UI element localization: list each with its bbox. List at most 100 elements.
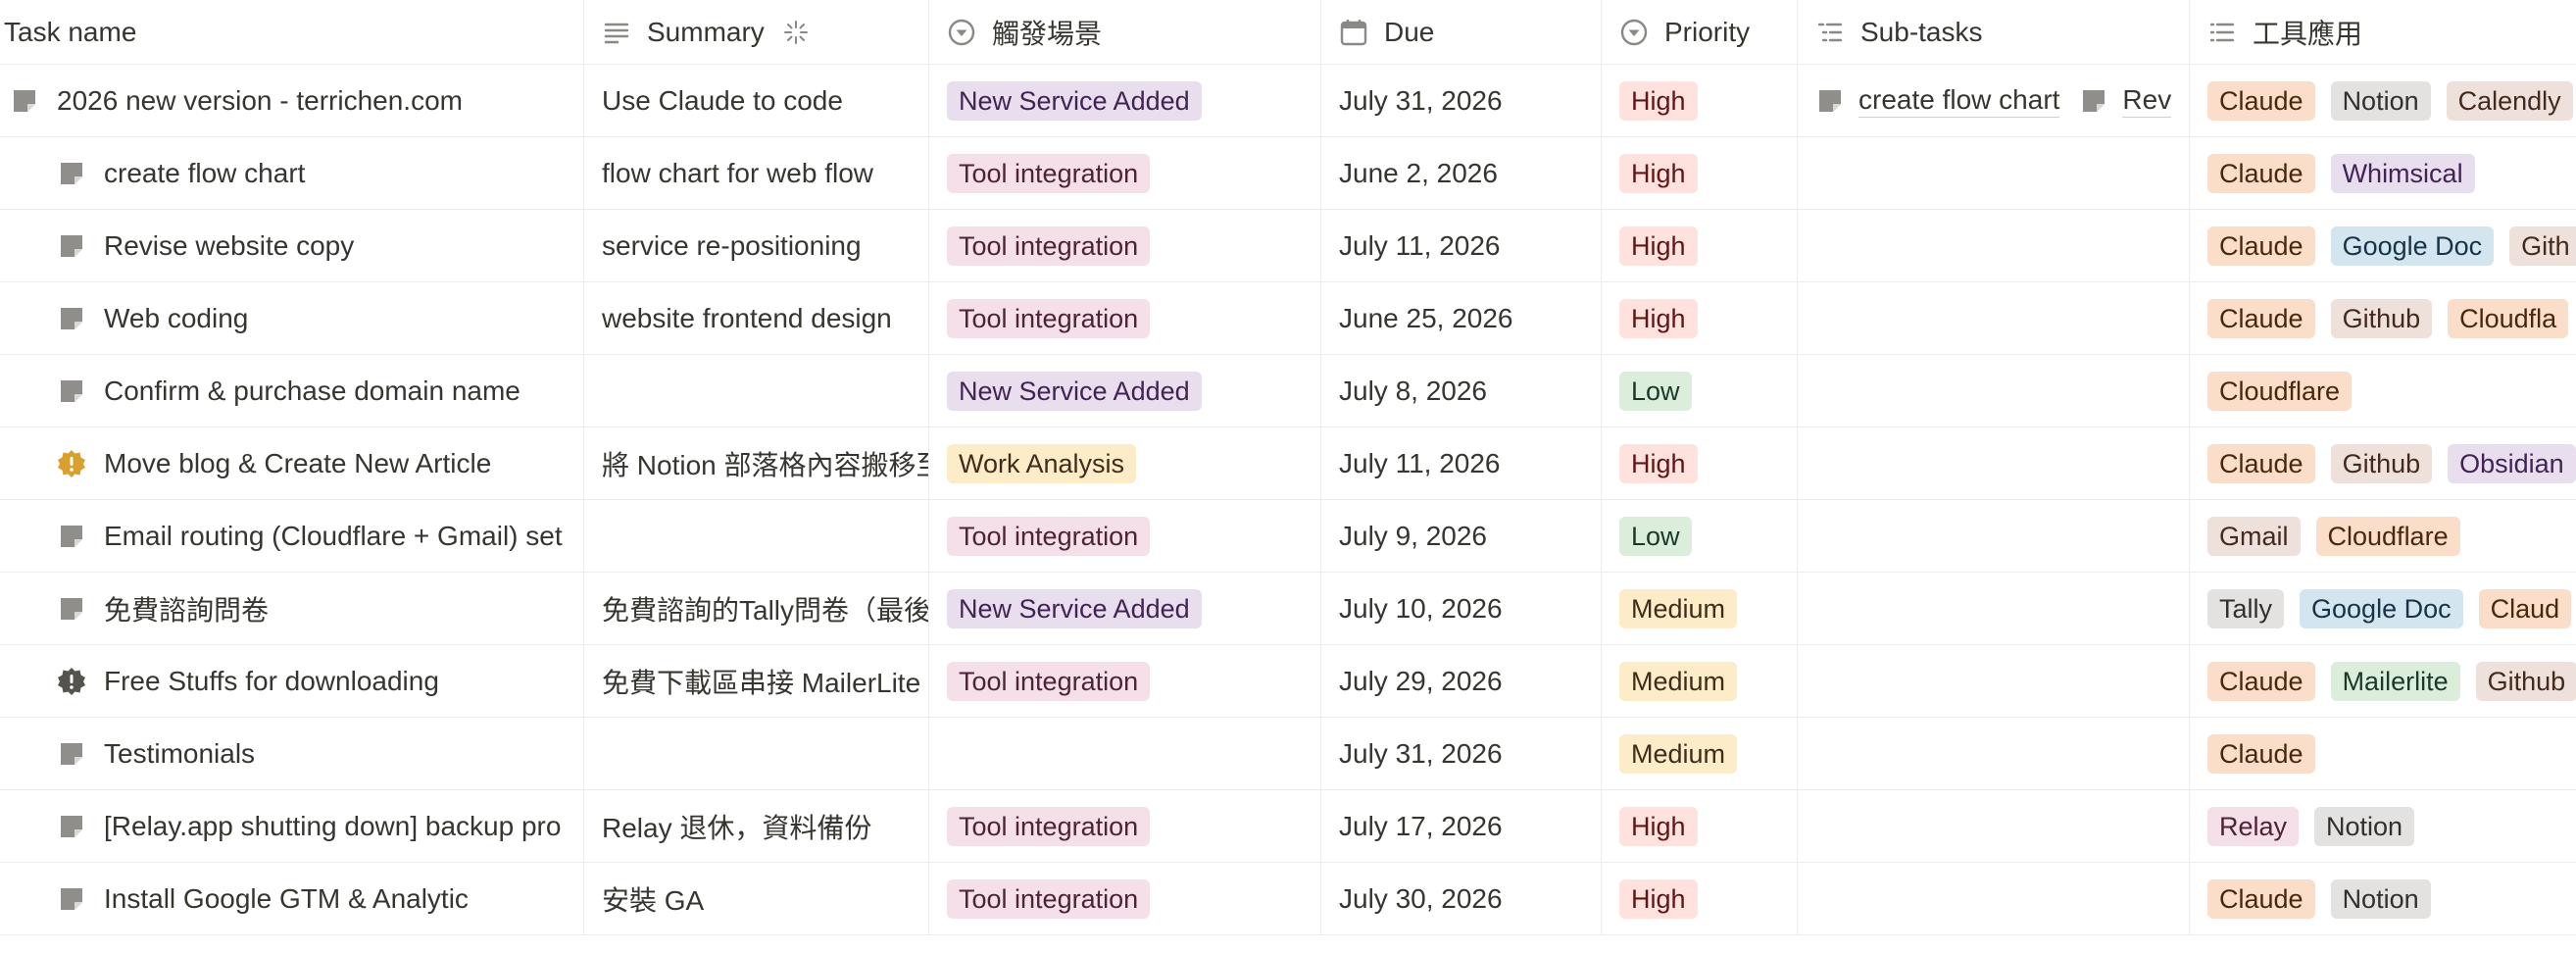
trigger-cell[interactable]: New Service Added [929,573,1321,644]
task-name-cell[interactable]: Install Google GTM & Analytic [0,863,584,934]
due-cell[interactable]: July 31, 2026 [1321,718,1602,789]
summary-cell[interactable] [584,718,929,789]
table-row[interactable]: Free Stuffs for downloading 免費下載區串接 Mail… [0,645,2576,718]
subtasks-cell[interactable] [1798,137,2190,209]
trigger-cell[interactable]: New Service Added [929,355,1321,426]
summary-cell[interactable] [584,500,929,572]
summary-cell[interactable]: service re-positioning [584,210,929,281]
table-row[interactable]: Confirm & purchase domain name New Servi… [0,355,2576,427]
priority-cell[interactable]: Low [1602,500,1798,572]
table-row[interactable]: [Relay.app shutting down] backup pro Rel… [0,790,2576,863]
due-cell[interactable]: July 31, 2026 [1321,65,1602,136]
summary-cell[interactable]: Use Claude to code [584,65,929,136]
table-row[interactable]: 2026 new version - terrichen.com Use Cla… [0,65,2576,137]
priority-cell[interactable]: Medium [1602,645,1798,717]
table-row[interactable]: 免費諮詢問卷 免費諮詢的Tally問卷（最後 New Service Added… [0,573,2576,645]
tools-cell[interactable]: Claude Github Cloudfla [2190,282,2576,354]
summary-cell[interactable]: Relay 退休，資料備份 [584,790,929,862]
tools-cell[interactable]: Gmail Cloudflare [2190,500,2576,572]
subtask-link[interactable]: Rev [2079,83,2172,118]
ai-sparkle-icon[interactable] [782,19,810,46]
trigger-cell[interactable]: Tool integration [929,500,1321,572]
summary-cell[interactable]: website frontend design [584,282,929,354]
due-cell[interactable]: July 9, 2026 [1321,500,1602,572]
due-cell[interactable]: July 11, 2026 [1321,427,1602,499]
summary-cell[interactable]: 免費下載區串接 MailerLite [584,645,929,717]
trigger-cell[interactable]: New Service Added [929,65,1321,136]
column-header-task-name[interactable]: Task name [0,0,584,64]
task-name-cell[interactable]: [Relay.app shutting down] backup pro [0,790,584,862]
subtasks-cell[interactable] [1798,427,2190,499]
table-row[interactable]: create flow chart flow chart for web flo… [0,137,2576,210]
task-name-cell[interactable]: Confirm & purchase domain name [0,355,584,426]
table-row[interactable]: Install Google GTM & Analytic 安裝 GA Tool… [0,863,2576,935]
subtask-link[interactable]: create flow chart [1815,83,2060,118]
priority-cell[interactable]: High [1602,282,1798,354]
tools-cell[interactable]: Claude Mailerlite Github [2190,645,2576,717]
task-name-cell[interactable]: create flow chart [0,137,584,209]
task-name-cell[interactable]: Web coding [0,282,584,354]
summary-cell[interactable] [584,355,929,426]
task-name-cell[interactable]: Testimonials [0,718,584,789]
summary-cell[interactable]: flow chart for web flow [584,137,929,209]
task-name-cell[interactable]: Free Stuffs for downloading [0,645,584,717]
tools-cell[interactable]: Claude Github Obsidian [2190,427,2576,499]
priority-cell[interactable]: Medium [1602,573,1798,644]
due-cell[interactable]: June 2, 2026 [1321,137,1602,209]
priority-cell[interactable]: High [1602,790,1798,862]
trigger-cell[interactable]: Tool integration [929,790,1321,862]
tools-cell[interactable]: Cloudflare [2190,355,2576,426]
due-cell[interactable]: July 30, 2026 [1321,863,1602,934]
priority-cell[interactable]: Low [1602,355,1798,426]
trigger-cell[interactable]: Work Analysis [929,427,1321,499]
column-header-trigger[interactable]: 觸發場景 [929,0,1321,64]
due-cell[interactable]: July 11, 2026 [1321,210,1602,281]
priority-cell[interactable]: High [1602,137,1798,209]
subtasks-cell[interactable] [1798,790,2190,862]
table-row[interactable]: Web coding website frontend design Tool … [0,282,2576,355]
task-name-cell[interactable]: Revise website copy [0,210,584,281]
summary-cell[interactable]: 將 Notion 部落格內容搬移至 [584,427,929,499]
table-row[interactable]: Testimonials July 31, 2026 Medium Claude [0,718,2576,790]
subtasks-cell[interactable] [1798,718,2190,789]
subtasks-cell[interactable] [1798,573,2190,644]
due-cell[interactable]: July 29, 2026 [1321,645,1602,717]
task-name-cell[interactable]: 2026 new version - terrichen.com [0,65,584,136]
due-cell[interactable]: July 8, 2026 [1321,355,1602,426]
task-name-cell[interactable]: Move blog & Create New Article [0,427,584,499]
column-header-subtasks[interactable]: Sub-tasks [1798,0,2190,64]
subtasks-cell[interactable] [1798,210,2190,281]
column-header-due[interactable]: Due [1321,0,1602,64]
subtasks-cell[interactable] [1798,863,2190,934]
tools-cell[interactable]: Claude [2190,718,2576,789]
due-cell[interactable]: July 17, 2026 [1321,790,1602,862]
tools-cell[interactable]: Tally Google Doc Claud [2190,573,2576,644]
trigger-cell[interactable]: Tool integration [929,863,1321,934]
trigger-cell[interactable]: Tool integration [929,645,1321,717]
trigger-cell[interactable] [929,718,1321,789]
priority-cell[interactable]: Medium [1602,718,1798,789]
tools-cell[interactable]: Claude Notion [2190,863,2576,934]
subtasks-cell[interactable] [1798,500,2190,572]
task-name-cell[interactable]: 免費諮詢問卷 [0,573,584,644]
due-cell[interactable]: June 25, 2026 [1321,282,1602,354]
trigger-cell[interactable]: Tool integration [929,137,1321,209]
column-header-summary[interactable]: Summary [584,0,929,64]
tools-cell[interactable]: Relay Notion [2190,790,2576,862]
subtasks-cell[interactable]: create flow chart Rev [1798,65,2190,136]
tools-cell[interactable]: Claude Notion Calendly [2190,65,2576,136]
task-name-cell[interactable]: Email routing (Cloudflare + Gmail) set [0,500,584,572]
summary-cell[interactable]: 安裝 GA [584,863,929,934]
priority-cell[interactable]: High [1602,427,1798,499]
trigger-cell[interactable]: Tool integration [929,210,1321,281]
subtasks-cell[interactable] [1798,645,2190,717]
table-row[interactable]: Move blog & Create New Article 將 Notion … [0,427,2576,500]
column-header-priority[interactable]: Priority [1602,0,1798,64]
tools-cell[interactable]: Claude Google Doc Gith [2190,210,2576,281]
column-header-tools[interactable]: 工具應用 [2190,0,2576,64]
summary-cell[interactable]: 免費諮詢的Tally問卷（最後 [584,573,929,644]
priority-cell[interactable]: High [1602,863,1798,934]
trigger-cell[interactable]: Tool integration [929,282,1321,354]
subtasks-cell[interactable] [1798,355,2190,426]
priority-cell[interactable]: High [1602,65,1798,136]
